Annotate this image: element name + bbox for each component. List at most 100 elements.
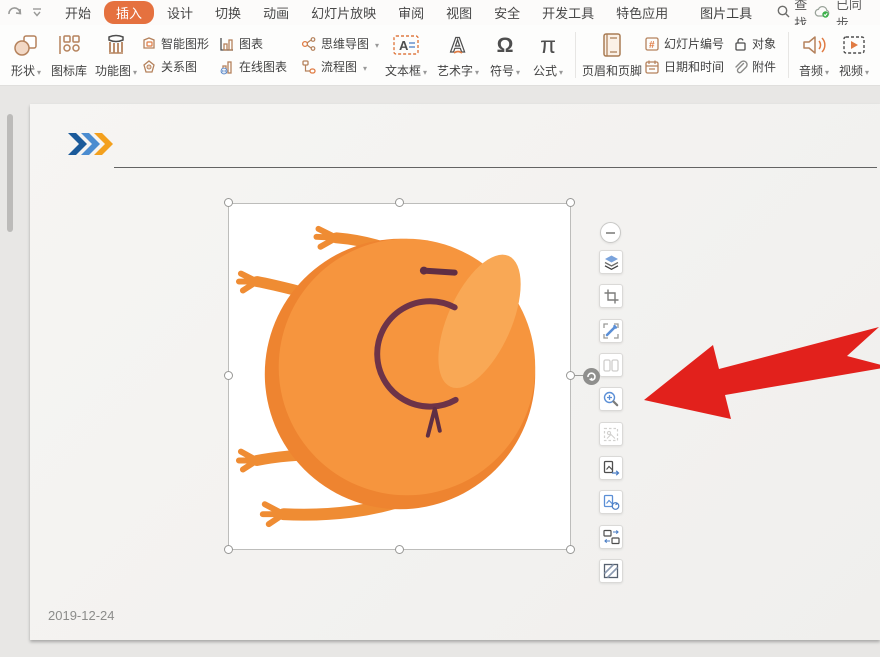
mind-map-label: 思维导图 [321, 35, 369, 52]
function-diagram-button[interactable]: 功能图 [92, 27, 140, 83]
dropdown-caret-icon [514, 64, 520, 78]
layer-button[interactable] [599, 250, 623, 274]
resize-handle-bottom-center[interactable] [395, 545, 404, 554]
resize-handle-top-right[interactable] [566, 198, 575, 207]
minus-icon [606, 232, 615, 234]
insert-ribbon-toolbar: 形状 图标库 功能图 智能图形 [0, 25, 880, 86]
orange-monster-image [229, 204, 570, 549]
slide-number-button[interactable]: # 幻灯片编号 [643, 35, 731, 52]
beautify-button[interactable] [599, 319, 623, 343]
resize-handle-bottom-left[interactable] [224, 545, 233, 554]
tab-home[interactable]: 开始 [56, 1, 100, 24]
smart-graphics-icon [140, 35, 157, 52]
video-label: 视频 [839, 62, 863, 79]
tab-developer-tools[interactable]: 开发工具 [533, 1, 603, 24]
tab-special-apps[interactable]: 特色应用 [607, 1, 677, 24]
save-as-picture-icon [603, 460, 620, 476]
tab-picture-tools[interactable]: 图片工具 [691, 1, 761, 24]
relation-diagram-label: 关系图 [161, 58, 197, 75]
customize-toolbar-chevron-icon[interactable] [30, 6, 44, 20]
online-chart-button[interactable]: 在线图表 [218, 58, 300, 75]
compare-button-disabled[interactable] [599, 353, 623, 377]
selected-picture[interactable] [228, 203, 571, 550]
word-art-button[interactable]: A 艺术字 [432, 27, 484, 83]
video-button[interactable]: 视频 [834, 27, 874, 83]
object-label: 对象 [752, 35, 776, 52]
mindmap-flowchart-group: 思维导图 流程图 [300, 27, 380, 83]
header-footer-button[interactable]: 页眉和页脚 [581, 27, 643, 83]
speaker-icon [800, 30, 828, 60]
date-time-label: 日期和时间 [664, 58, 724, 75]
dropdown-caret-icon [131, 64, 137, 78]
collapse-toolbar-button[interactable] [600, 222, 621, 243]
formula-pi-icon: π [540, 34, 556, 57]
tab-review[interactable]: 审阅 [389, 1, 433, 24]
save-as-picture-button[interactable] [599, 456, 623, 480]
dropdown-caret-icon [557, 64, 563, 78]
object-attachment-group: 对象 附件 [731, 27, 783, 83]
audio-button[interactable]: 音频 [794, 27, 834, 83]
word-art-label: 艺术字 [437, 62, 473, 79]
slide-canvas[interactable]: 2019-12-24 [0, 86, 880, 657]
mind-map-icon [300, 35, 317, 52]
text-box-button[interactable]: A 文本框 [380, 27, 432, 83]
resize-handle-bottom-right[interactable] [566, 545, 575, 554]
compare-icon [603, 358, 619, 373]
smart-graphics-button[interactable]: 智能图形 [140, 35, 218, 52]
date-time-button[interactable]: 日期和时间 [643, 58, 731, 75]
tab-view[interactable]: 视图 [437, 1, 481, 24]
dropdown-caret-icon [35, 64, 41, 78]
more-pictures-icon [603, 529, 620, 545]
wps-presentation-window: 开始 插入 设计 切换 动画 幻灯片放映 审阅 视图 安全 开发工具 特色应用 … [0, 0, 880, 657]
dropdown-caret-icon [823, 64, 829, 78]
icon-library-button[interactable]: 图标库 [46, 27, 92, 83]
slide-date-text[interactable]: 2019-12-24 [48, 608, 115, 623]
header-footer-label: 页眉和页脚 [582, 62, 642, 79]
shapes-button[interactable]: 形状 [6, 27, 46, 83]
relation-diagram-button[interactable]: 关系图 [140, 58, 218, 75]
object-button[interactable]: 对象 [731, 35, 783, 52]
video-icon [841, 30, 867, 60]
beautify-pen-icon [603, 323, 619, 339]
formula-button[interactable]: π 公式 [526, 27, 570, 83]
chevron-logo [68, 132, 116, 161]
toolbar-separator [575, 32, 576, 78]
set-transparent-button-disabled[interactable] [599, 422, 623, 446]
resize-handle-top-center[interactable] [395, 198, 404, 207]
svg-text:A: A [399, 38, 409, 53]
picture-effects-button[interactable] [599, 559, 623, 583]
symbol-omega-icon: Ω [497, 35, 514, 56]
chart-button[interactable]: 图表 [218, 35, 300, 52]
chart-group: 图表 在线图表 [218, 27, 300, 83]
rotate-handle[interactable] [583, 368, 600, 385]
shapes-label: 形状 [11, 62, 35, 79]
left-scrollbar-thumb[interactable] [7, 114, 13, 232]
flowchart-button[interactable]: 流程图 [300, 58, 380, 75]
attachment-label: 附件 [752, 58, 776, 75]
resize-handle-top-left[interactable] [224, 198, 233, 207]
crop-button[interactable] [599, 284, 623, 308]
layers-icon [603, 254, 620, 271]
mind-map-button[interactable]: 思维导图 [300, 35, 380, 52]
crop-icon [604, 289, 619, 304]
tab-slideshow[interactable]: 幻灯片放映 [302, 1, 385, 24]
more-pictures-button[interactable] [599, 525, 623, 549]
cloud-sync-icon [814, 5, 831, 21]
header-footer-icon [600, 30, 624, 60]
zoom-button[interactable] [599, 387, 623, 411]
resize-handle-middle-left[interactable] [224, 371, 233, 380]
online-chart-icon [218, 58, 235, 75]
tab-animation[interactable]: 动画 [254, 1, 298, 24]
online-chart-label: 在线图表 [239, 58, 287, 75]
redo-icon[interactable] [8, 6, 22, 20]
resize-handle-middle-right[interactable] [566, 371, 575, 380]
attachment-button[interactable]: 附件 [731, 58, 783, 75]
change-picture-button[interactable] [599, 490, 623, 514]
tab-design[interactable]: 设计 [158, 1, 202, 24]
magnifier-plus-icon [603, 391, 619, 407]
tab-insert[interactable]: 插入 [104, 1, 154, 24]
symbol-button[interactable]: Ω 符号 [484, 27, 526, 83]
tab-security[interactable]: 安全 [485, 1, 529, 24]
flash-button[interactable]: f Flash [874, 27, 880, 83]
tab-transitions[interactable]: 切换 [206, 1, 250, 24]
